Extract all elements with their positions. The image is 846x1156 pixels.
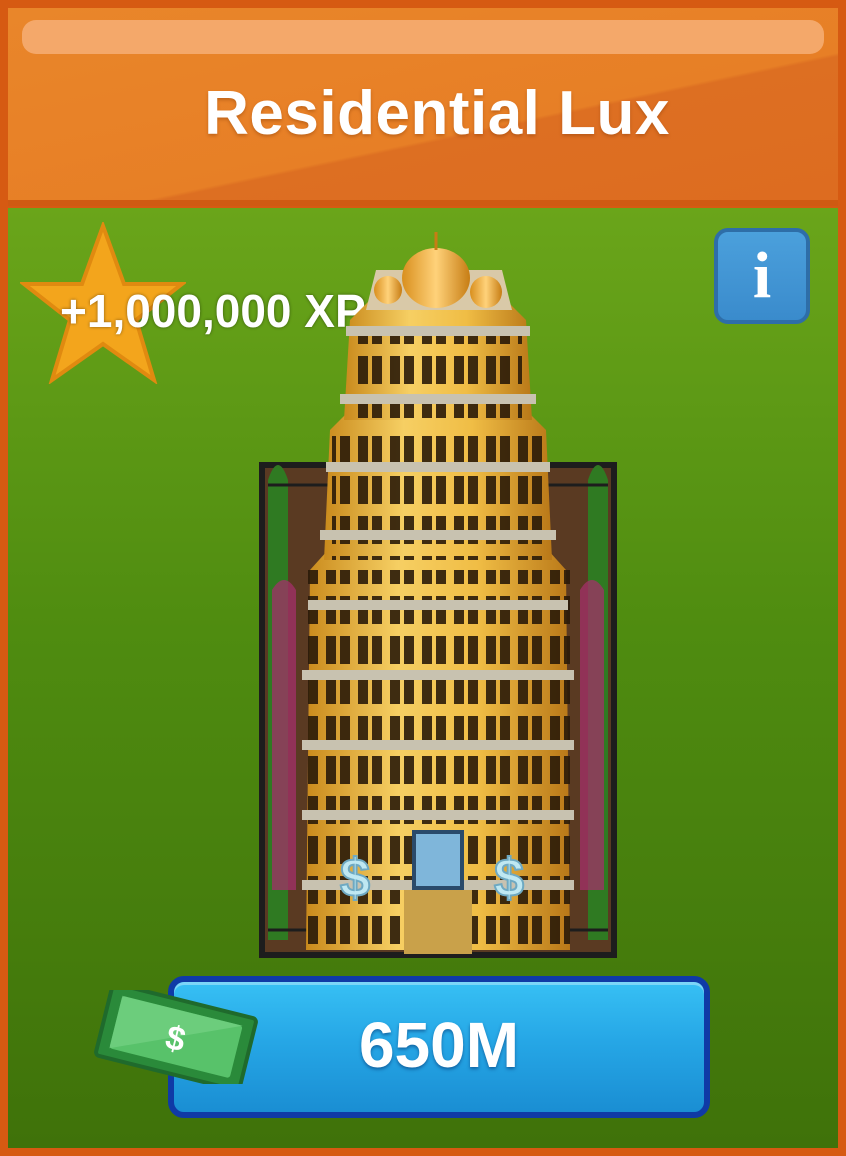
building-title: Residential Lux [204,79,670,148]
header-gloss [22,20,824,54]
info-icon: i [752,239,772,312]
info-button[interactable]: i [714,228,810,324]
cash-bill-icon: $ [94,990,258,1084]
svg-text:$: $ [340,848,370,908]
svg-text:$: $ [494,848,524,908]
building-image: $ $ [259,232,617,958]
